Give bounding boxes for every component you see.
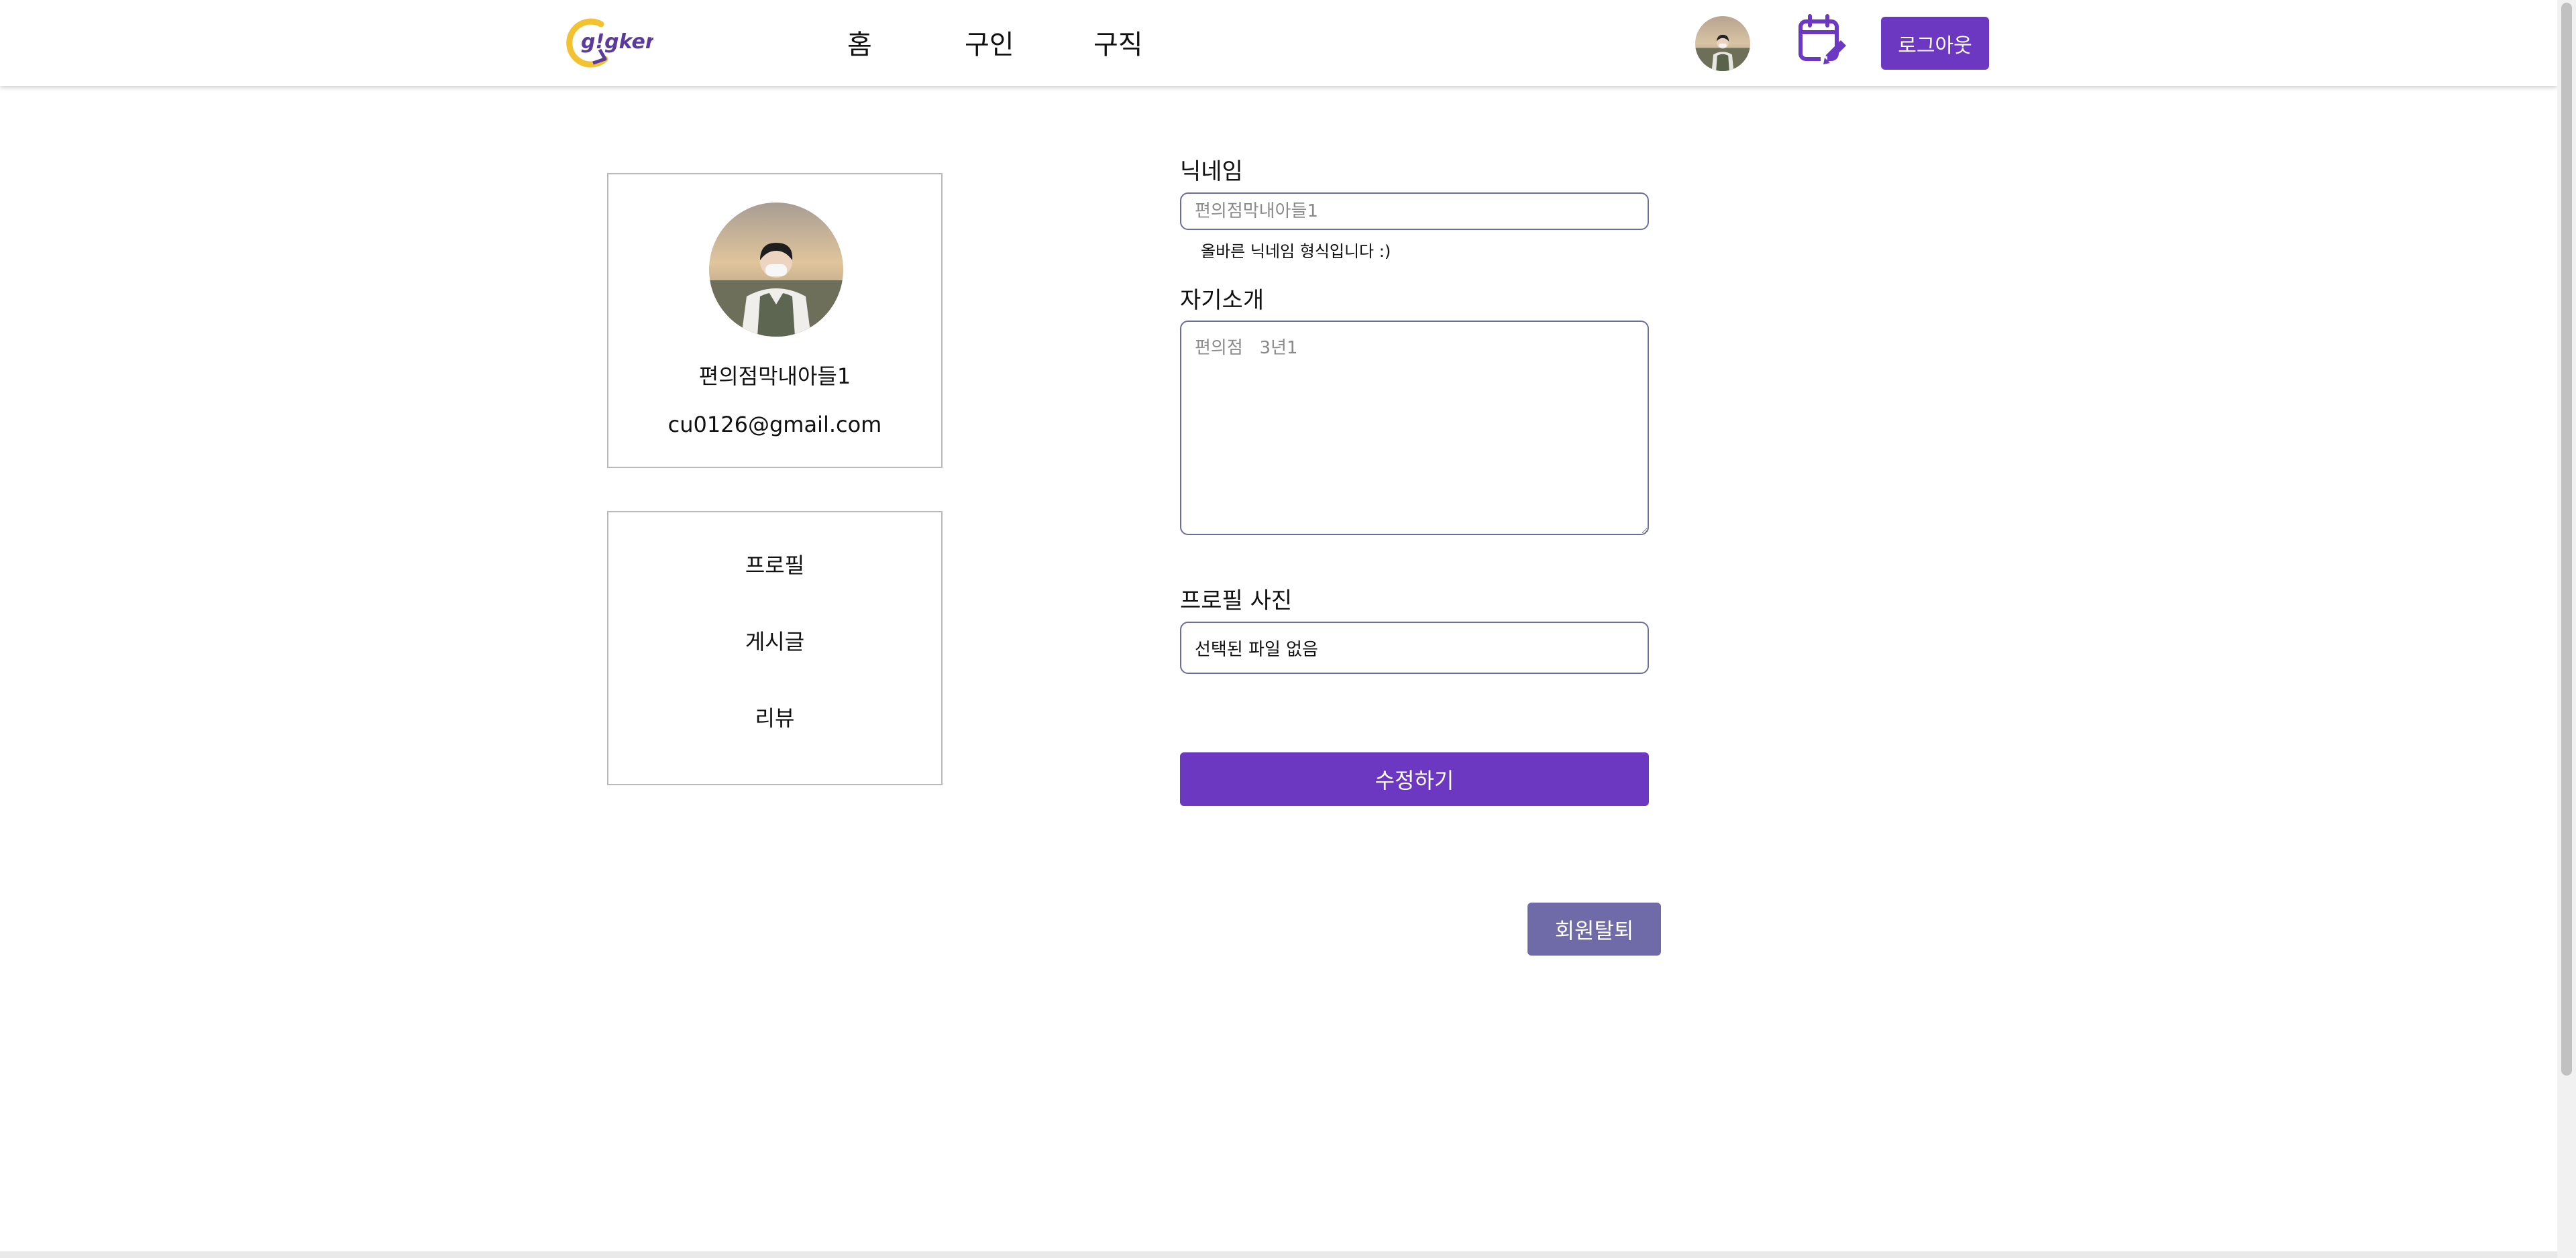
intro-label: 자기소개 [1180, 287, 1265, 314]
profile-photo-file-input[interactable]: 선택된 파일 없음 [1180, 622, 1649, 674]
page: g!gker 홈 구인 구직 로그아웃 편의점막내아들1 cu0126@gmai… [0, 0, 2557, 1258]
logo-text: g!gker [581, 30, 653, 54]
scrollbar-thumb[interactable] [2561, 3, 2572, 1076]
profile-email: cu0126@gmail.com [667, 412, 882, 437]
calendar-edit-icon[interactable] [1796, 13, 1850, 68]
nickname-label: 닉네임 [1180, 158, 1243, 185]
calendar-edit-graphic [1799, 14, 1846, 64]
menu-item-reviews[interactable]: 리뷰 [608, 701, 941, 732]
intro-textarea[interactable] [1180, 321, 1649, 535]
profile-photo [709, 203, 843, 337]
user-avatar-large [709, 203, 843, 337]
nickname-validation-message: 올바른 닉네임 형식입니다 :) [1201, 242, 1391, 261]
logout-button[interactable]: 로그아웃 [1881, 17, 1989, 70]
save-profile-button[interactable]: 수정하기 [1180, 752, 1649, 806]
file-status-text: 선택된 파일 없음 [1195, 639, 1318, 660]
menu-item-posts[interactable]: 게시글 [608, 625, 941, 656]
profile-nickname: 편의점막내아들1 [698, 363, 851, 389]
bottom-edge [0, 1251, 2557, 1258]
mypage-menu: 프로필 게시글 리뷰 [607, 511, 943, 785]
withdraw-button[interactable]: 회원탈퇴 [1527, 903, 1661, 956]
top-navbar: g!gker 홈 구인 구직 로그아웃 [0, 0, 2557, 86]
header-avatar[interactable] [1695, 16, 1750, 71]
nav-job-seeking[interactable]: 구직 [1093, 23, 1143, 62]
nav-home[interactable]: 홈 [847, 23, 872, 62]
user-avatar [1695, 16, 1750, 71]
profile-card: 편의점막내아들1 cu0126@gmail.com [607, 173, 943, 468]
vertical-scrollbar[interactable] [2557, 0, 2576, 1258]
nickname-input[interactable] [1180, 192, 1649, 230]
menu-item-profile[interactable]: 프로필 [608, 549, 941, 579]
logo-graphic: g!gker [566, 18, 657, 68]
nav-hiring[interactable]: 구인 [965, 23, 1014, 62]
profile-photo-label: 프로필 사진 [1180, 587, 1293, 614]
gigker-logo[interactable]: g!gker [566, 15, 657, 71]
